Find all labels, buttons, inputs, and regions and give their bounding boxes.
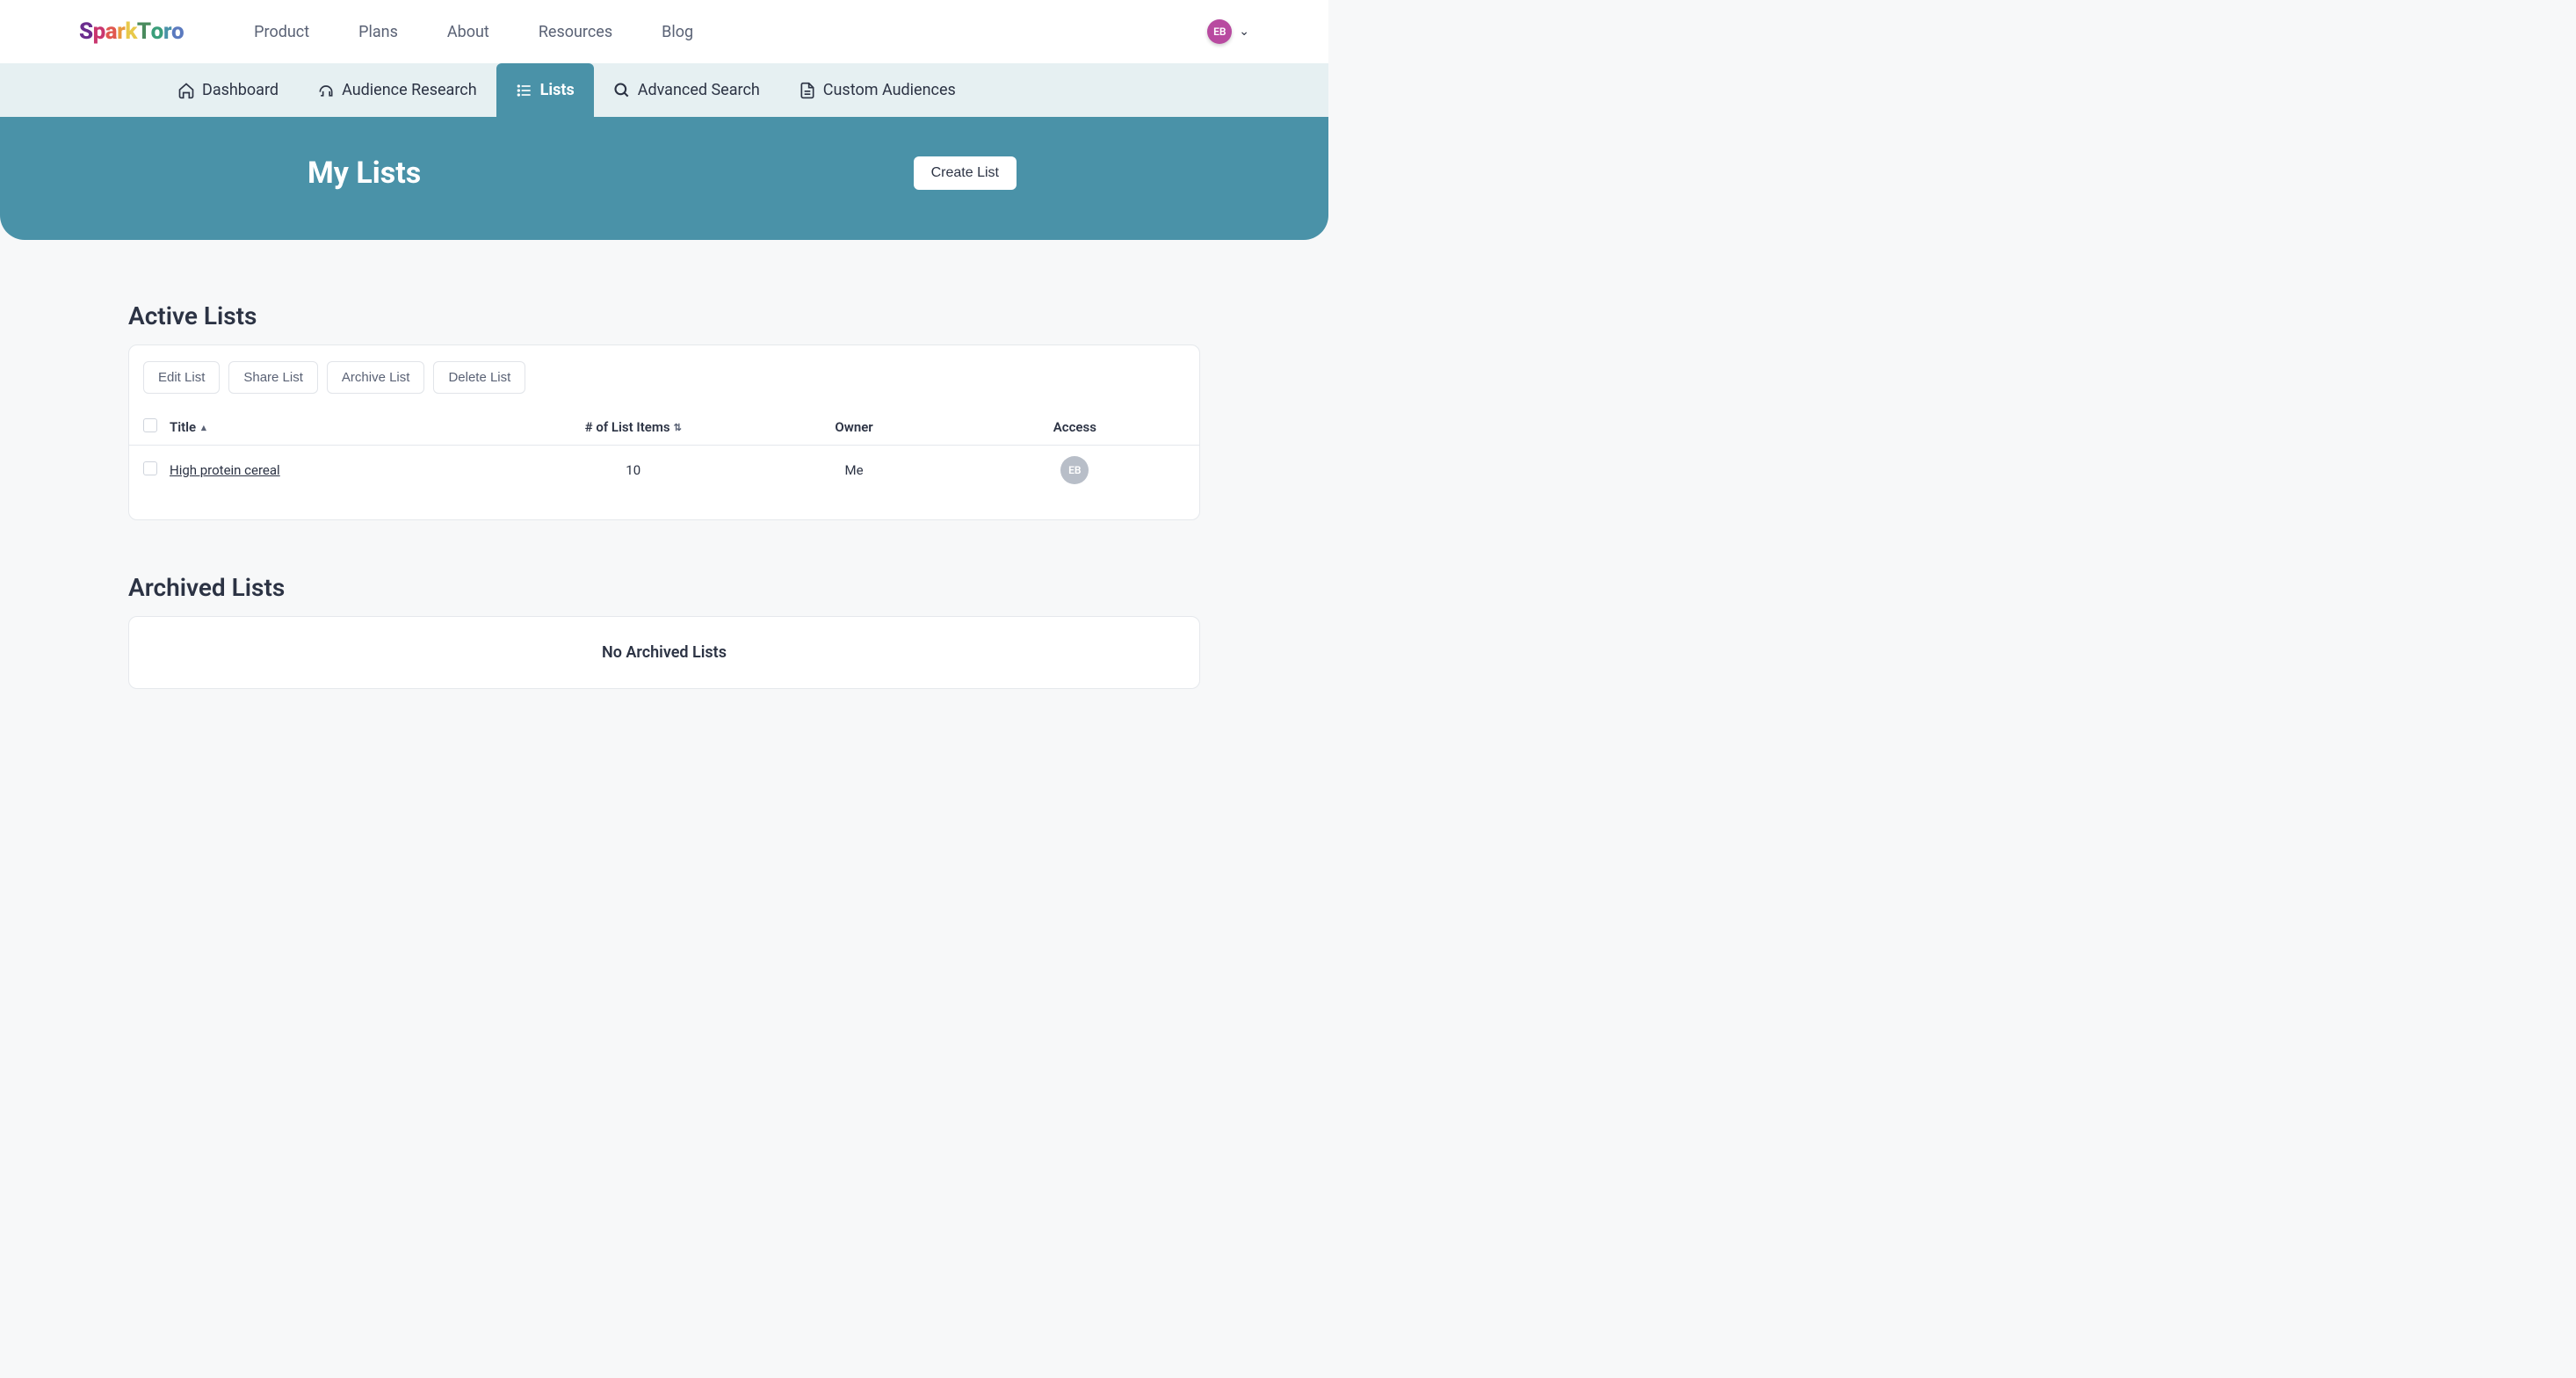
col-title-header[interactable]: Title ▴	[170, 419, 523, 435]
table-header: Title ▴ # of List Items ⇅ Owner Access	[129, 410, 1199, 446]
empty-archived-text: No Archived Lists	[129, 643, 1199, 662]
subnav-advanced-search[interactable]: Advanced Search	[594, 63, 779, 117]
nav-product[interactable]: Product	[254, 23, 309, 41]
topbar: SparkToro Product Plans About Resources …	[0, 0, 1328, 63]
headphones-icon	[317, 82, 335, 99]
subnav-dashboard[interactable]: Dashboard	[158, 63, 298, 117]
row-items-count: 10	[523, 462, 743, 478]
sort-icon: ⇅	[674, 422, 682, 433]
col-items-header[interactable]: # of List Items ⇅	[523, 419, 743, 435]
delete-list-button[interactable]: Delete List	[433, 361, 525, 394]
list-icon	[516, 82, 533, 99]
content: Active Lists Edit List Share List Archiv…	[128, 240, 1200, 742]
nav-about[interactable]: About	[447, 23, 489, 41]
list-toolbar: Edit List Share List Archive List Delete…	[129, 361, 1199, 410]
nav-blog[interactable]: Blog	[662, 23, 693, 41]
hero: My Lists Create List	[0, 117, 1328, 240]
row-owner: Me	[743, 462, 964, 478]
active-lists-heading: Active Lists	[128, 301, 1200, 330]
col-title-label: Title	[170, 419, 196, 435]
subnav-item-label: Audience Research	[342, 81, 477, 99]
table-row: High protein cereal 10 Me EB	[129, 446, 1199, 495]
edit-list-button[interactable]: Edit List	[143, 361, 220, 394]
share-list-button[interactable]: Share List	[228, 361, 318, 394]
subnav-item-label: Custom Audiences	[823, 81, 956, 99]
col-access-header[interactable]: Access	[965, 419, 1185, 435]
search-icon	[613, 82, 631, 99]
row-checkbox[interactable]	[143, 461, 157, 475]
sort-asc-icon: ▴	[201, 422, 206, 433]
col-owner-header[interactable]: Owner	[743, 419, 964, 435]
nav-resources[interactable]: Resources	[539, 23, 612, 41]
home-icon	[177, 82, 195, 99]
document-icon	[799, 82, 816, 99]
archived-lists-heading: Archived Lists	[128, 573, 1200, 602]
select-all-checkbox[interactable]	[143, 418, 157, 432]
nav-plans[interactable]: Plans	[358, 23, 398, 41]
subnav-audience-research[interactable]: Audience Research	[298, 63, 496, 117]
subnav-item-label: Lists	[540, 81, 575, 99]
subnav-lists[interactable]: Lists	[496, 63, 594, 117]
col-items-label: # of List Items	[585, 419, 670, 435]
brand-logo[interactable]: SparkToro	[79, 18, 184, 45]
chevron-down-icon: ⌄	[1239, 25, 1249, 39]
primary-nav: Product Plans About Resources Blog	[254, 23, 693, 41]
active-lists-card: Edit List Share List Archive List Delete…	[128, 344, 1200, 520]
avatar: EB	[1207, 19, 1232, 44]
archive-list-button[interactable]: Archive List	[327, 361, 425, 394]
create-list-button[interactable]: Create List	[914, 156, 1017, 190]
archived-lists-card: No Archived Lists	[128, 616, 1200, 689]
subnav-custom-audiences[interactable]: Custom Audiences	[779, 63, 975, 117]
subnav-item-label: Dashboard	[202, 81, 279, 99]
user-menu[interactable]: EB ⌄	[1207, 19, 1249, 44]
access-avatar: EB	[1060, 456, 1089, 484]
list-title-link[interactable]: High protein cereal	[170, 462, 280, 478]
subnav-item-label: Advanced Search	[638, 81, 760, 99]
page-title: My Lists	[308, 156, 421, 191]
active-lists-table: Title ▴ # of List Items ⇅ Owner Access H…	[129, 410, 1199, 495]
subnav: Dashboard Audience Research Lists Advanc…	[0, 63, 1328, 117]
